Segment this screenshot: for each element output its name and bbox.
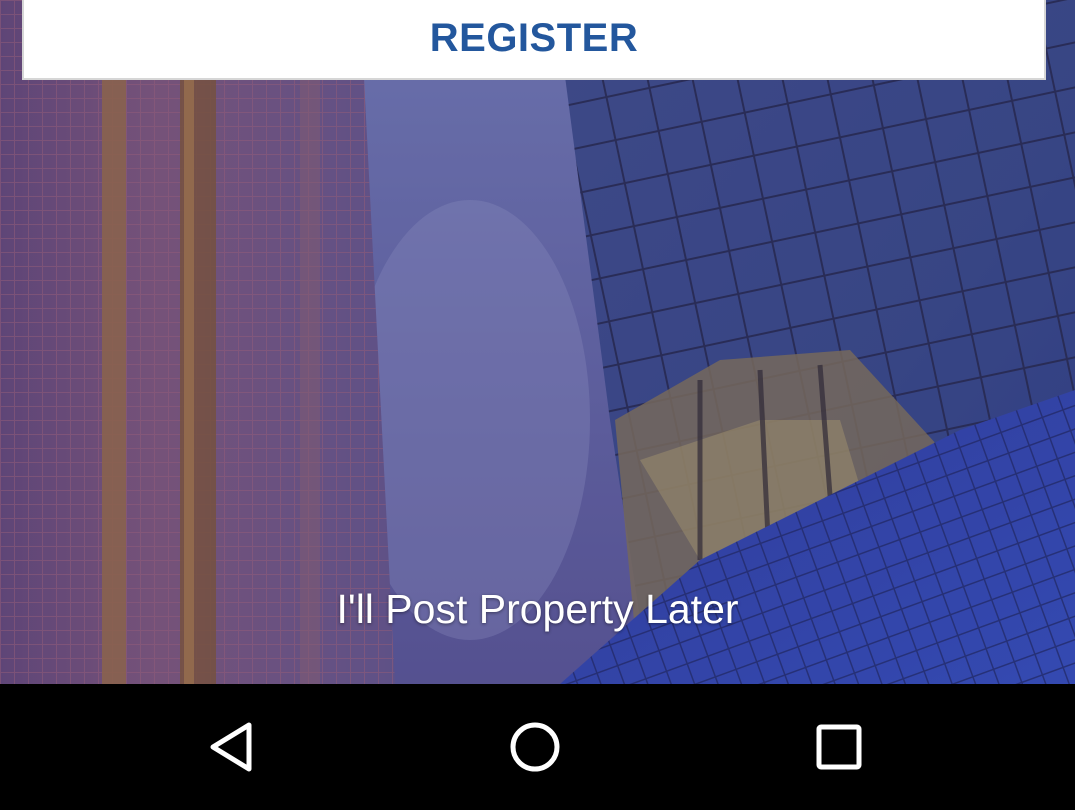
nav-home-button[interactable] xyxy=(505,717,565,777)
triangle-back-icon xyxy=(210,722,252,772)
post-property-later-link[interactable]: I'll Post Property Later xyxy=(0,586,1075,633)
square-recents-icon xyxy=(816,724,862,770)
register-button-label: REGISTER xyxy=(429,15,639,60)
register-button[interactable]: REGISTER xyxy=(22,0,1046,80)
circle-home-icon xyxy=(510,722,560,772)
nav-recents-button[interactable] xyxy=(809,717,869,777)
screen: REGISTER I'll Post Property Later xyxy=(0,0,1075,810)
nav-back-button[interactable] xyxy=(203,717,263,777)
background-skyscraper-image xyxy=(0,0,1075,684)
system-navigation-bar xyxy=(0,684,1075,810)
